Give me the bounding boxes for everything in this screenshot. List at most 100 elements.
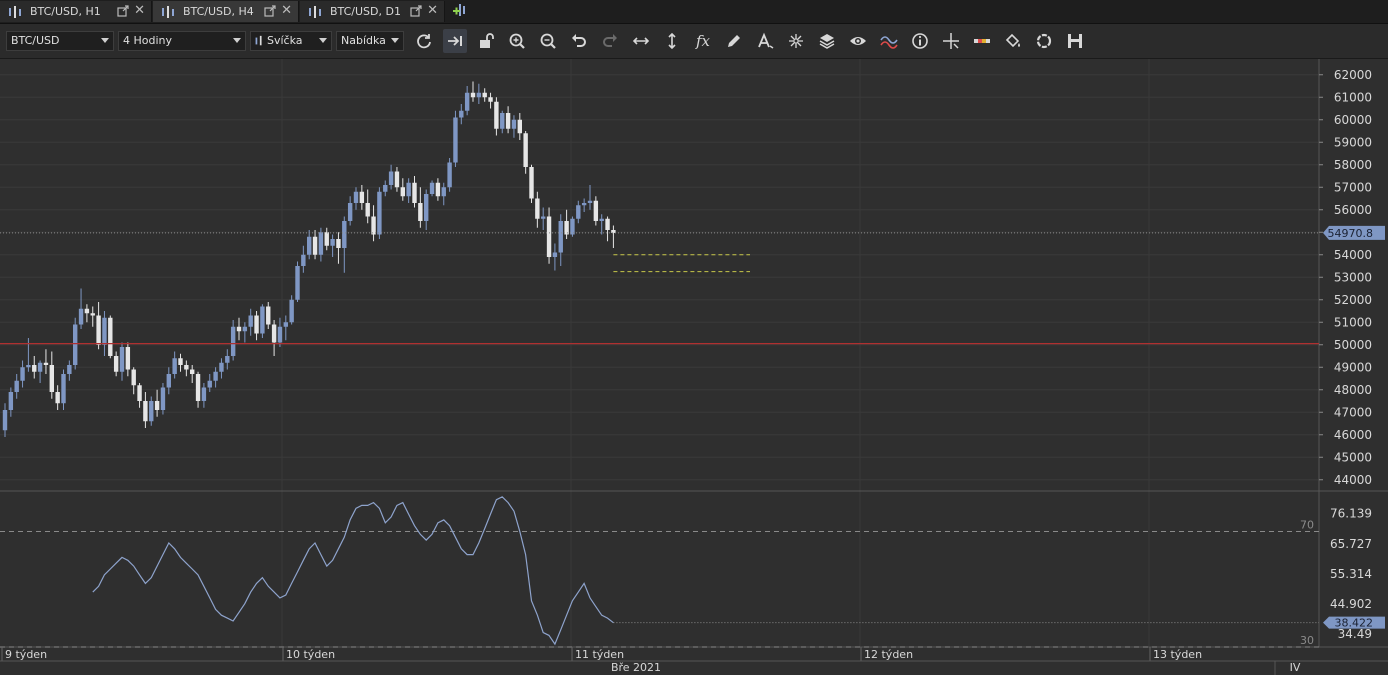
candle-body <box>2 410 8 431</box>
candle <box>418 187 423 228</box>
info-button[interactable] <box>908 29 932 53</box>
candle <box>424 189 429 230</box>
crosshair-button[interactable] <box>939 29 963 53</box>
candle <box>552 243 558 271</box>
candle <box>336 232 341 264</box>
candle-body <box>365 203 370 217</box>
candle-body <box>500 113 505 129</box>
candle <box>289 295 294 325</box>
vertical-zoom-button[interactable] <box>660 29 684 53</box>
candle <box>201 383 207 408</box>
candle <box>611 225 616 248</box>
price-axis[interactable]: 44000 45000 46000 47000 48000 49000 50000 51000… <box>1319 68 1372 487</box>
text-tool-button[interactable] <box>753 29 777 53</box>
refresh-button[interactable] <box>412 29 436 53</box>
rsi-axis[interactable]: 76.139 65.727 55.314 44.902 34.4938.422 <box>1323 507 1385 641</box>
candle <box>347 196 353 226</box>
chart-area[interactable]: 44000 45000 46000 47000 48000 49000 50000 51000… <box>0 0 1388 675</box>
candlestick-icon <box>9 5 21 18</box>
popout-icon[interactable] <box>264 5 276 17</box>
candle <box>178 353 183 372</box>
candle-body <box>49 365 54 392</box>
text-tool-icon <box>758 32 774 49</box>
chart-type-select[interactable]: Svíčka <box>250 31 332 51</box>
candle-body <box>511 119 517 129</box>
colors-button[interactable] <box>970 29 994 53</box>
candle-body <box>336 239 341 248</box>
zoom-out-button[interactable] <box>536 29 560 53</box>
close-icon[interactable]: ✕ <box>281 3 292 19</box>
candle <box>564 209 569 239</box>
fill-button[interactable] <box>1001 29 1025 53</box>
tab-btc-usd-h4[interactable]: BTC/USD, H4 ✕ <box>153 1 299 22</box>
candle <box>546 207 552 264</box>
candle <box>8 387 14 417</box>
tab-btc-usd-h1[interactable]: BTC/USD, H1 ✕ <box>0 1 152 22</box>
candle <box>488 92 493 109</box>
candle-body <box>55 392 60 404</box>
unlock-button[interactable] <box>474 29 498 53</box>
candle <box>353 187 359 210</box>
candle <box>131 367 136 395</box>
circle-tool-button[interactable] <box>1032 29 1056 53</box>
price-tick-label: 45000 <box>1334 450 1372 464</box>
candle <box>365 189 370 224</box>
candle <box>14 374 19 399</box>
undo-button[interactable] <box>567 29 591 53</box>
save-button[interactable] <box>1063 29 1087 53</box>
function-icon: fx <box>695 32 710 50</box>
candle <box>119 342 125 381</box>
pencil-button[interactable] <box>722 29 746 53</box>
menu-select-value: Nabídka <box>341 34 386 47</box>
time-axis[interactable]: 9 týden 10 týden 11 týden 12 týden 13 týden B… <box>0 647 1388 675</box>
indicators-button[interactable] <box>877 29 901 53</box>
visibility-button[interactable] <box>846 29 870 53</box>
unlock-icon <box>480 33 494 48</box>
layers-button[interactable] <box>815 29 839 53</box>
new-chart-tab-icon[interactable] <box>452 2 470 20</box>
candle <box>318 227 324 262</box>
horizontal-zoom-button[interactable] <box>629 29 653 53</box>
close-icon[interactable]: ✕ <box>134 3 145 19</box>
price-overlays: 54970.8 <box>0 225 1385 345</box>
candle <box>154 389 160 417</box>
candle-body <box>318 232 324 255</box>
close-icon[interactable]: ✕ <box>427 3 438 19</box>
candle <box>523 131 528 174</box>
function-button[interactable]: fx <box>691 29 715 53</box>
candle <box>61 369 66 410</box>
candle-body <box>125 347 131 370</box>
zoom-in-button[interactable] <box>505 29 529 53</box>
candle-body <box>611 230 616 233</box>
candle-body <box>37 362 43 372</box>
candle <box>517 113 522 140</box>
tab-btc-usd-d1[interactable]: BTC/USD, D1 ✕ <box>300 1 445 22</box>
candle <box>266 302 271 329</box>
price-tick-label: 62000 <box>1334 68 1372 82</box>
symbol-select[interactable]: BTC/USD <box>6 31 114 51</box>
last-price-badge: 54970.8 <box>1323 225 1385 240</box>
price-tick-label: 57000 <box>1334 180 1372 194</box>
menu-select[interactable]: Nabídka <box>336 31 404 51</box>
rsi-level-label: 30 <box>1300 634 1314 647</box>
popout-icon[interactable] <box>410 5 422 17</box>
candle-body <box>73 324 78 365</box>
candle <box>113 351 119 377</box>
candle <box>529 164 534 203</box>
candle <box>400 178 405 201</box>
redo-button[interactable] <box>598 29 622 53</box>
candle <box>324 227 329 251</box>
candle-body <box>353 191 359 203</box>
eye-icon <box>850 37 866 45</box>
scroll-to-end-button[interactable] <box>443 29 467 53</box>
scroll-to-end-icon <box>448 36 462 46</box>
timeframe-select[interactable]: 4 Hodiny <box>118 31 246 51</box>
price-tick-label: 61000 <box>1334 90 1372 104</box>
candle <box>605 216 610 242</box>
popout-icon[interactable] <box>117 5 129 17</box>
symbol-select-value: BTC/USD <box>11 34 60 47</box>
candle-body <box>283 322 288 327</box>
horizontal-arrows-icon <box>632 37 650 45</box>
candle-body <box>84 308 90 314</box>
objects-button[interactable] <box>784 29 808 53</box>
